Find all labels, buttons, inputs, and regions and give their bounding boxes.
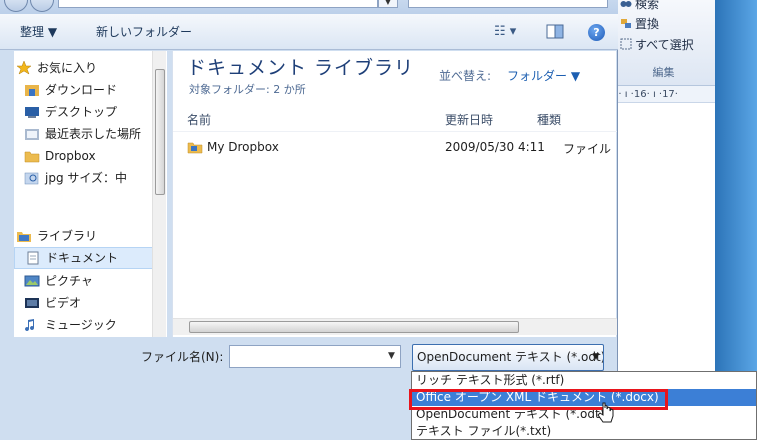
filename-dropdown-icon[interactable]: ▼ [383, 346, 400, 367]
nav-item-label: ミュージック [45, 318, 117, 332]
chevron-down-icon[interactable]: ▼ [588, 344, 604, 371]
file-name-cell: My Dropbox [187, 140, 279, 154]
view-options-icon[interactable]: ☷ ▾ [494, 23, 516, 41]
organize-button[interactable]: 整理 ▼ [20, 23, 57, 41]
nav-item-label: ダウンロード [45, 83, 118, 97]
address-bar-strip: ▼ [0, 0, 618, 14]
address-bar[interactable] [58, 0, 378, 8]
documents-icon [27, 251, 39, 265]
videos-icon [25, 298, 39, 308]
nav-item-libraries[interactable]: ライブラリ [14, 225, 97, 247]
music-icon [25, 319, 35, 332]
find-button[interactable]: 検索 [620, 0, 659, 12]
nav-item-label: お気に入り [37, 61, 98, 75]
file-type-option-odt[interactable]: OpenDocument テキスト (*.odt) [412, 406, 756, 423]
search-input[interactable] [408, 0, 608, 8]
file-type-option-txt[interactable]: テキスト ファイル(*.txt) [412, 423, 756, 440]
nav-item-label: jpg サイズ：中 [45, 171, 128, 185]
replace-button[interactable]: 置換 [620, 14, 659, 32]
select-all-label: すべて選択 [635, 37, 694, 52]
ribbon-edit-group: 検索 置換 すべて選択 編集 [612, 0, 715, 86]
nav-item-music[interactable]: ミュージック [14, 314, 117, 336]
select-all-icon [620, 38, 632, 50]
address-dropdown-icon[interactable]: ▼ [378, 0, 398, 8]
file-type-select[interactable]: OpenDocument テキスト (*.odt) [412, 344, 604, 371]
library-icon [17, 232, 31, 242]
file-type-dropdown-list: リッチ テキスト形式 (*.rtf) Office オープン XML ドキュメン… [411, 371, 757, 440]
nav-item-label: Dropbox [45, 149, 96, 163]
library-title: ドキュメント ライブラリ [187, 57, 415, 79]
dropbox-folder-icon [187, 142, 203, 154]
nav-item-documents[interactable]: ドキュメント [14, 247, 166, 269]
preview-pane-icon[interactable] [546, 23, 564, 41]
header-divider [173, 131, 617, 132]
nav-scroll-thumb[interactable] [155, 69, 165, 195]
back-button[interactable] [4, 0, 28, 12]
desktop-icon [25, 107, 39, 118]
nav-item-pictures[interactable]: ピクチャ [14, 270, 93, 292]
mouse-cursor-icon [597, 402, 614, 423]
file-type-option-docx[interactable]: Office オープン XML ドキュメント (*.docx) [412, 389, 756, 406]
column-header-type[interactable]: 種類 [537, 111, 561, 128]
nav-item-label: ピクチャ [45, 274, 93, 288]
filename-input[interactable] [229, 345, 401, 368]
nav-pane-scrollbar[interactable] [152, 51, 166, 337]
column-header-modified[interactable]: 更新日時 [445, 111, 493, 128]
search-folder-icon [24, 172, 39, 185]
binoculars-icon [620, 0, 632, 9]
ribbon-group-label: 編集 [652, 66, 675, 79]
file-name: My Dropbox [207, 140, 279, 154]
forward-button[interactable] [30, 0, 54, 12]
folder-icon [24, 151, 40, 163]
nav-item-label: 最近表示した場所 [45, 127, 142, 141]
nav-item-videos[interactable]: ビデオ [14, 292, 81, 314]
download-folder-icon [25, 85, 39, 96]
pictures-icon [24, 275, 40, 287]
new-folder-button[interactable]: 新しいフォルダー [96, 23, 192, 41]
dialog-toolbar: 整理 ▼ 新しいフォルダー ☷ ▾ ? [0, 14, 618, 50]
nav-item-jpg-search[interactable]: jpg サイズ：中 [14, 167, 127, 189]
filename-label: ファイル名(N): [141, 350, 224, 364]
file-type: ファイル [563, 142, 612, 156]
nav-item-dropbox[interactable]: Dropbox [14, 145, 96, 167]
nav-item-desktop[interactable]: デスクトップ [14, 101, 117, 123]
arrange-by-dropdown[interactable]: フォルダー ▼ [507, 67, 580, 84]
library-subtitle[interactable]: 対象フォルダー: 2 か所 [189, 81, 306, 97]
recent-places-icon [25, 129, 39, 140]
select-all-button[interactable]: すべて選択 [620, 35, 694, 53]
column-header-name[interactable]: 名前 [187, 111, 211, 128]
nav-item-label: ライブラリ [37, 229, 98, 243]
ruler: 5· ı ·16· ı ·17· [612, 86, 715, 103]
replace-icon [620, 17, 632, 29]
file-list-pane: ドキュメント ライブラリ 対象フォルダー: 2 か所 並べ替え: フォルダー ▼… [172, 51, 617, 337]
horizontal-scrollbar[interactable] [173, 318, 617, 335]
help-icon[interactable]: ? [588, 24, 605, 41]
nav-item-label: ドキュメント [46, 251, 119, 265]
arrange-by-label: 並べ替え: [439, 69, 492, 83]
nav-item-favorites[interactable]: お気に入り [14, 57, 97, 79]
horizontal-scroll-thumb[interactable] [189, 321, 519, 333]
star-icon [16, 61, 32, 75]
find-label: 検索 [635, 0, 660, 11]
file-type-option-rtf[interactable]: リッチ テキスト形式 (*.rtf) [412, 372, 756, 389]
replace-label: 置換 [635, 16, 660, 31]
nav-item-recent[interactable]: 最近表示した場所 [14, 123, 141, 145]
navigation-pane: お気に入り ダウンロード デスクトップ 最近表示した場所 Dropbox jpg… [14, 51, 167, 337]
file-modified: 2009/05/30 4:11 [445, 140, 545, 154]
nav-item-downloads[interactable]: ダウンロード [14, 79, 117, 101]
nav-item-label: ビデオ [45, 296, 82, 310]
nav-item-label: デスクトップ [45, 105, 118, 119]
